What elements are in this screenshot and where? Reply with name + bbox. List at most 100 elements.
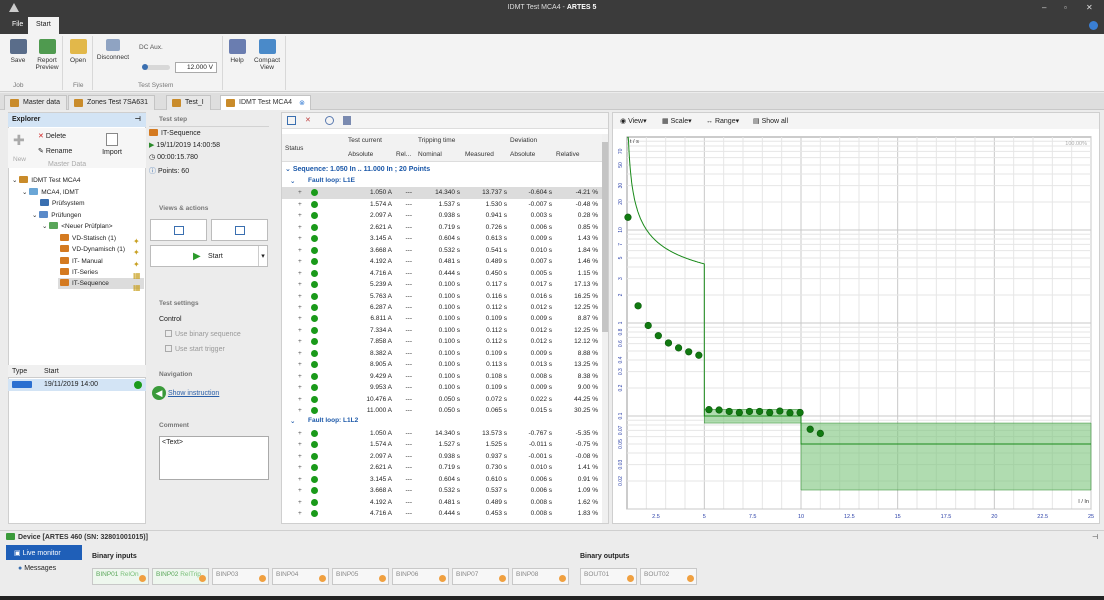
expand-icon[interactable]: + — [298, 384, 302, 391]
table-row[interactable]: +10.476 A --- 0.050 s 0.072 s 0.022 s 44.25 % — [282, 394, 604, 405]
table-row[interactable]: +9.429 A --- 0.100 s 0.108 s 0.008 s 8.38 % — [282, 371, 604, 382]
table-row[interactable]: +9.953 A --- 0.100 s 0.109 s 0.009 s 9.00 % — [282, 382, 604, 393]
help-button[interactable]: Help — [226, 39, 248, 64]
view-button-2[interactable] — [211, 219, 268, 241]
report-preview-button[interactable]: Report Preview — [33, 39, 61, 71]
table-icon[interactable] — [287, 116, 296, 125]
table-row[interactable]: +1.050 A --- 14.340 s 13.737 s -0.604 s -4.21… — [282, 187, 604, 199]
col-deviation-absolute[interactable]: Absolute — [510, 151, 535, 158]
table-row[interactable]: +4.716 A --- 0.444 s 0.453 s 0.008 s 1.83 % — [282, 508, 604, 519]
range-menu[interactable]: ↔ Range▾ — [706, 117, 739, 125]
delete-button[interactable]: ✕ Delete — [38, 132, 66, 140]
table-row[interactable]: +8.382 A --- 0.100 s 0.109 s 0.009 s 8.88 % — [282, 348, 604, 359]
sequence-row[interactable]: ⌄ Sequence: 1.050 In .. 11.000 In ; 20 P… — [282, 164, 602, 175]
tree-item-vd-dynamisch[interactable]: VD-Dynamisch (1) — [60, 245, 125, 253]
compact-view-button[interactable]: Compact View — [252, 39, 282, 71]
table-row[interactable]: +4.192 A --- 0.481 s 0.489 s 0.008 s 1.62 % — [282, 497, 604, 508]
pin-icon[interactable]: ⊣ — [1092, 533, 1098, 541]
col-relative[interactable]: Relative — [556, 151, 579, 158]
tab-start[interactable]: Start — [28, 17, 59, 34]
dc-aux-slider[interactable] — [142, 64, 170, 70]
tree-item-project[interactable]: ⌄ IDMT Test MCA4 — [12, 176, 81, 184]
expand-icon[interactable]: + — [298, 327, 302, 334]
tree-item-pruefsystem[interactable]: Prüfsystem — [40, 199, 85, 207]
table-row[interactable]: +2.097 A --- 0.938 s 0.941 s 0.003 s 0.28 % — [282, 210, 604, 221]
tree-item-device[interactable]: ⌄ MCA4, IDMT — [22, 188, 79, 196]
save-button[interactable]: Save — [6, 39, 30, 64]
tree-item-pruefplan[interactable]: ⌄ <Neuer Prüfplan> — [42, 222, 113, 230]
table-row[interactable]: +5.763 A --- 0.100 s 0.116 s 0.016 s 16.25 % — [282, 291, 604, 302]
view-menu[interactable]: ◉ View▾ — [620, 117, 647, 125]
expand-icon[interactable]: + — [298, 304, 302, 311]
table-row[interactable]: +4.192 A --- 0.481 s 0.489 s 0.007 s 1.46 % — [282, 256, 604, 267]
expand-icon[interactable]: + — [298, 476, 302, 483]
live-monitor-tab[interactable]: ▣ Live monitor — [6, 545, 82, 560]
table-row[interactable]: +5.239 A --- 0.100 s 0.117 s 0.017 s 17.13 % — [282, 279, 604, 290]
col-absolute[interactable]: Absolute — [348, 151, 373, 158]
tree-item-it-manual[interactable]: IT- Manual — [60, 257, 103, 265]
expand-icon[interactable]: + — [298, 338, 302, 345]
start-trigger-checkbox[interactable]: Use start trigger — [165, 345, 225, 353]
trip-characteristic-chart[interactable]: 2.5 5 7.5 10 12.5 15 17.5 20 22.5 25 70 50 30 20 10 7 5 3… — [613, 131, 1099, 523]
doc-tab-master-data[interactable]: Master data — [4, 95, 67, 110]
col-nominal[interactable]: Nominal — [418, 151, 442, 158]
table-scrollbar[interactable] — [602, 134, 608, 523]
scrollbar-thumb[interactable] — [602, 142, 608, 332]
col-status[interactable]: Status — [285, 145, 303, 152]
import-button[interactable]: Import — [98, 133, 126, 156]
expand-icon[interactable]: + — [298, 510, 302, 517]
expand-icon[interactable]: + — [298, 396, 302, 403]
expand-icon[interactable]: + — [298, 464, 302, 471]
fault-loop-group[interactable]: ⌄ Fault loop: L1E — [282, 176, 604, 187]
pin-icon[interactable]: ⊣ — [135, 115, 141, 123]
doc-tab-idmt-test[interactable]: IDMT Test MCA4 ⊗ — [220, 95, 312, 110]
table-row[interactable]: +7.858 A --- 0.100 s 0.112 s 0.012 s 12.12 % — [282, 336, 604, 347]
expand-icon[interactable]: + — [298, 373, 302, 380]
table-row[interactable]: +1.574 A --- 1.537 s 1.530 s -0.007 s -0.48 % — [282, 199, 604, 210]
col-rel[interactable]: Rel... — [396, 151, 411, 158]
clear-results-icon[interactable]: ✕ — [305, 116, 311, 124]
disconnect-button[interactable]: Disconnect — [96, 39, 130, 61]
expand-icon[interactable]: + — [298, 258, 302, 265]
expand-icon[interactable]: + — [298, 407, 302, 414]
open-button[interactable]: Open — [66, 39, 90, 64]
refresh-icon[interactable] — [325, 116, 334, 125]
expand-icon[interactable]: + — [298, 270, 302, 277]
expand-icon[interactable]: + — [298, 293, 302, 300]
table-row[interactable]: +1.050 A --- 14.340 s 13.573 s -0.767 s -5.35… — [282, 428, 604, 439]
table-row[interactable]: +7.334 A --- 0.100 s 0.112 s 0.012 s 12.25 % — [282, 325, 604, 336]
voltage-input[interactable]: 12.000 V — [175, 62, 217, 73]
chevron-down-icon[interactable]: ▾ — [258, 246, 267, 266]
tree-item-vd-statisch[interactable]: VD-Statisch (1) — [60, 234, 116, 242]
expand-icon[interactable]: + — [298, 430, 302, 437]
table-row[interactable]: +3.668 A --- 0.532 s 0.541 s 0.010 s 1.84 % — [282, 245, 604, 256]
expand-icon[interactable]: + — [298, 247, 302, 254]
expand-icon[interactable]: + — [298, 315, 302, 322]
messages-tab[interactable]: ● Messages — [18, 565, 56, 572]
view-button-1[interactable] — [150, 219, 207, 241]
table-row[interactable]: +3.145 A --- 0.604 s 0.613 s 0.009 s 1.43 % — [282, 233, 604, 244]
minimize-icon[interactable]: – — [1042, 3, 1046, 12]
rename-button[interactable]: ✎ Rename — [38, 147, 72, 155]
start-button[interactable]: ▶ Start ▾ — [150, 245, 268, 267]
results-list-row[interactable]: 19/11/2019 14:00 — [8, 379, 146, 391]
table-row[interactable]: +1.574 A --- 1.527 s 1.525 s -0.011 s -0.75 % — [282, 439, 604, 450]
restore-icon[interactable]: ▫ — [1064, 3, 1067, 12]
expand-icon[interactable]: + — [298, 441, 302, 448]
table-row[interactable]: +6.811 A --- 0.100 s 0.109 s 0.009 s 8.87 % — [282, 313, 604, 324]
tree-item-it-sequence[interactable]: IT-Sequence — [58, 278, 144, 289]
master-data-button[interactable]: Master Data — [48, 161, 86, 168]
expand-icon[interactable]: + — [298, 350, 302, 357]
col-measured[interactable]: Measured — [465, 151, 494, 158]
binary-sequence-checkbox[interactable]: Use binary sequence — [165, 330, 241, 338]
table-row[interactable]: +6.287 A --- 0.100 s 0.112 s 0.012 s 12.25 % — [282, 302, 604, 313]
show-instruction-link[interactable]: ◀ Show instruction — [152, 386, 219, 400]
close-tab-icon[interactable]: ⊗ — [299, 99, 305, 107]
close-icon[interactable]: ✕ — [1086, 3, 1093, 12]
expand-icon[interactable]: + — [298, 235, 302, 242]
table-row[interactable]: +2.621 A --- 0.719 s 0.730 s 0.010 s 1.41 % — [282, 462, 604, 473]
table-row[interactable]: +2.621 A --- 0.719 s 0.726 s 0.006 s 0.85 % — [282, 222, 604, 233]
expand-icon[interactable]: + — [298, 453, 302, 460]
table-row[interactable]: +3.668 A --- 0.532 s 0.537 s 0.006 s 1.09 % — [282, 485, 604, 496]
show-all-button[interactable]: ▤ Show all — [753, 117, 788, 125]
